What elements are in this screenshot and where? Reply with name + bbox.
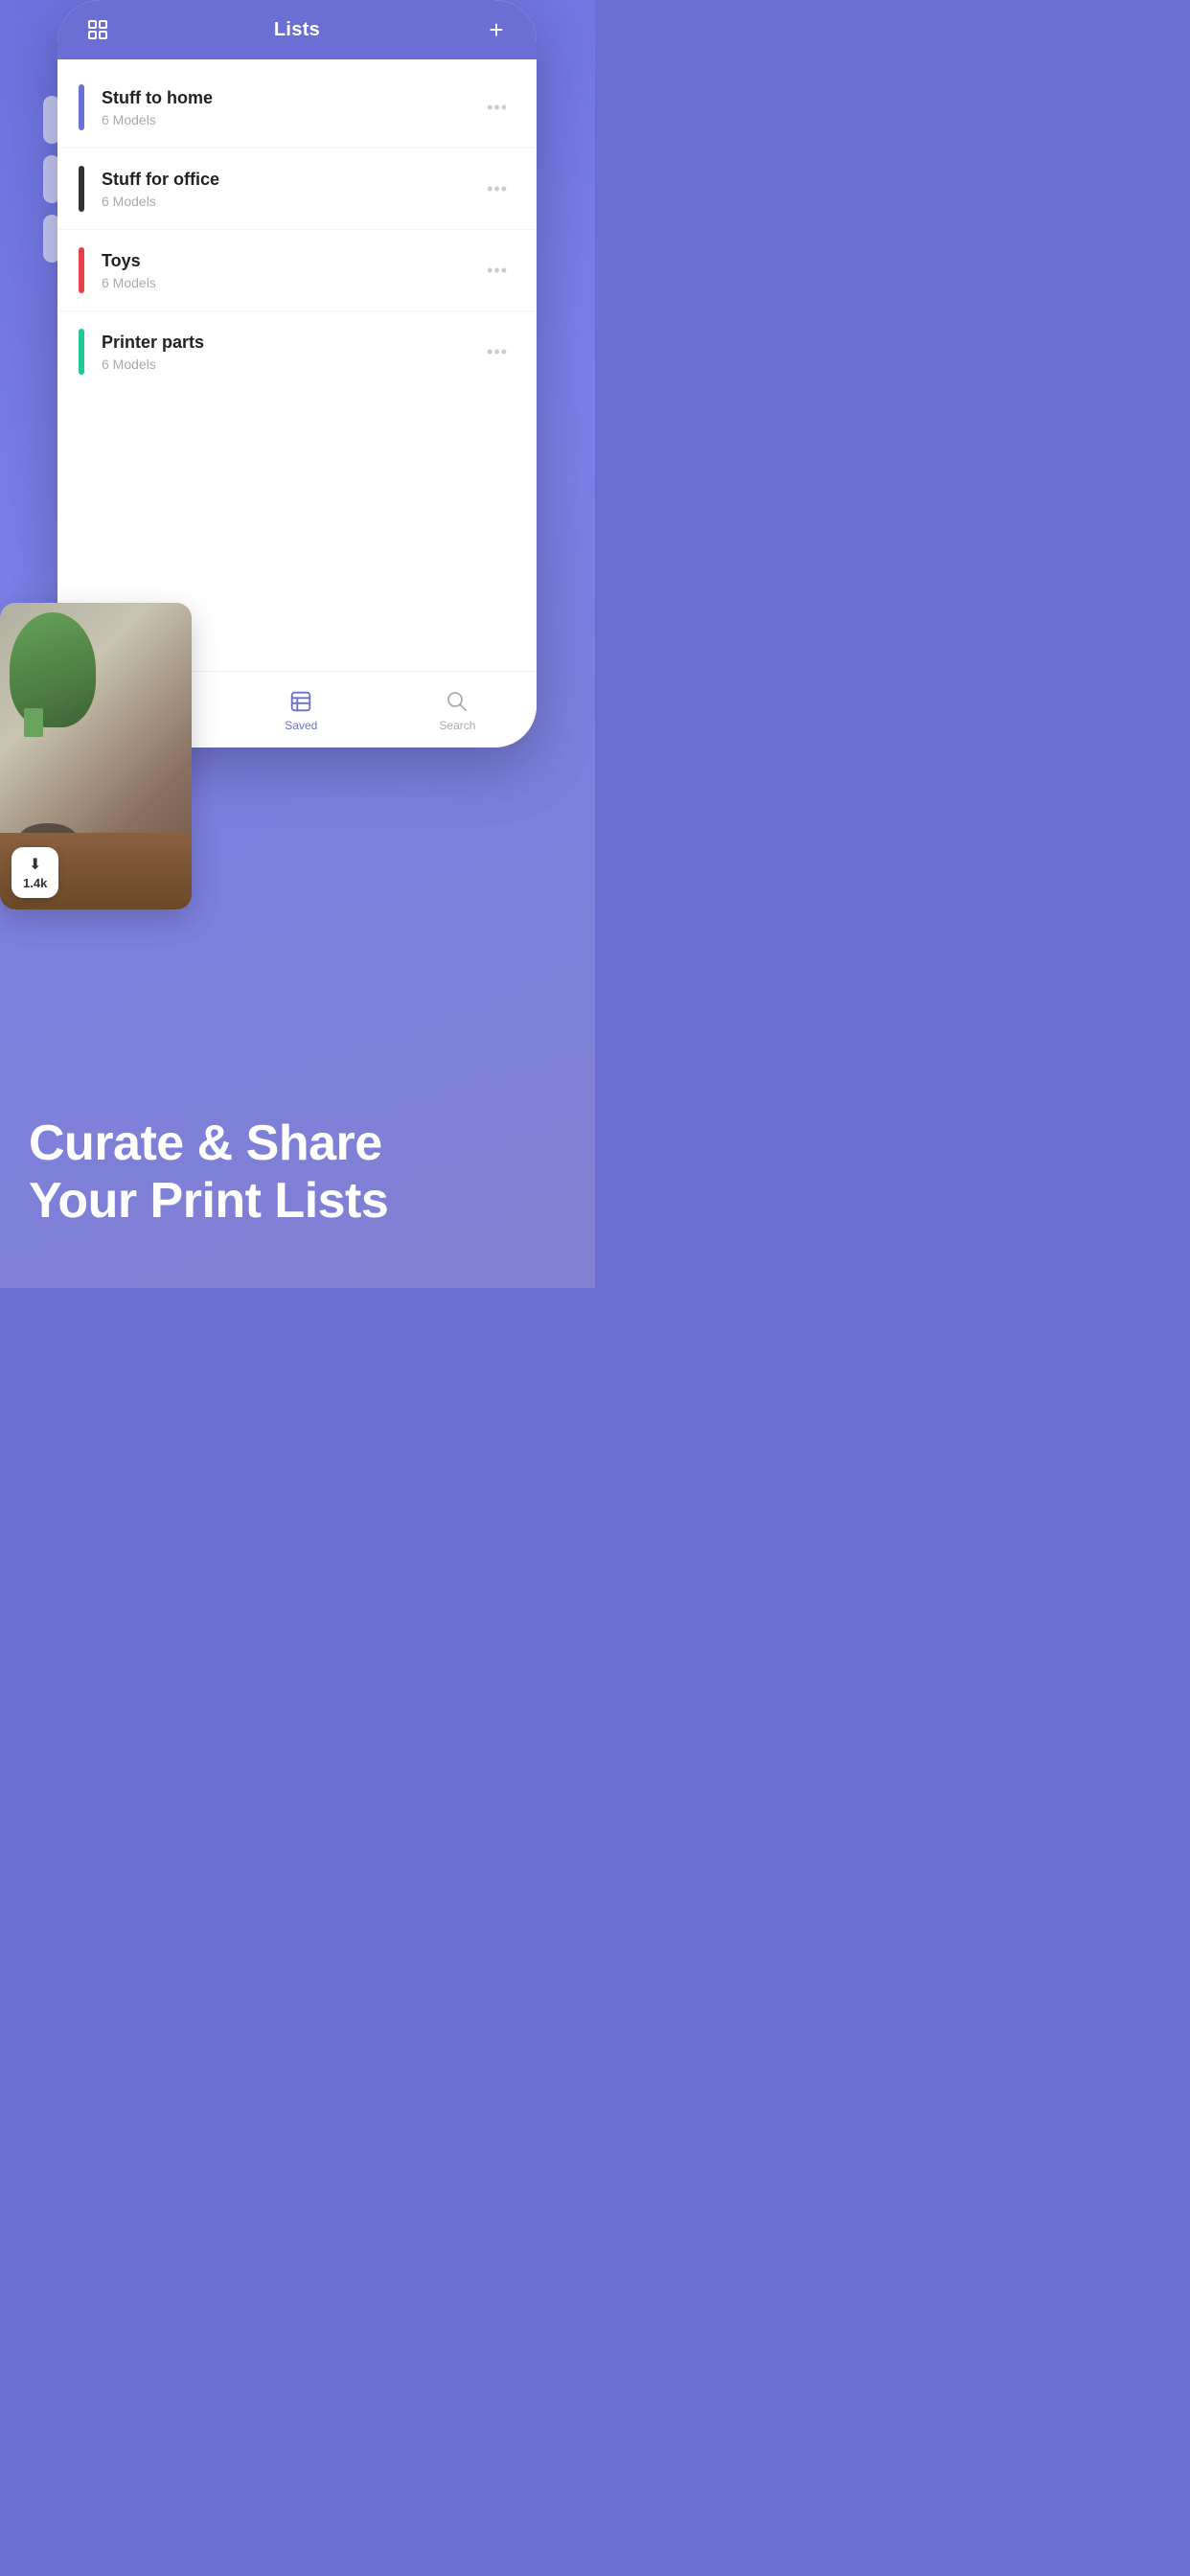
- list-name: Stuff to home: [102, 88, 479, 108]
- nav-saved[interactable]: Saved: [265, 680, 336, 740]
- list-color-indicator: [79, 247, 84, 293]
- download-count: 1.4k: [23, 876, 47, 890]
- nav-search[interactable]: Search: [420, 680, 494, 740]
- search-icon: [444, 688, 470, 715]
- header-title: Lists: [274, 19, 320, 41]
- promo-title-line2: Your Print Lists: [29, 1173, 566, 1230]
- saved-icon: [287, 688, 314, 715]
- list-count: 6 Models: [102, 112, 479, 127]
- list-info: Stuff for office 6 Models: [102, 170, 479, 209]
- background: Lists + Stuff to home 6 Models •••: [0, 0, 595, 1288]
- lists-container: Stuff to home 6 Models ••• Stuff for off…: [57, 59, 537, 671]
- list-count: 6 Models: [102, 194, 479, 209]
- list-info: Stuff to home 6 Models: [102, 88, 479, 127]
- app-header: Lists +: [57, 0, 537, 59]
- list-count: 6 Models: [102, 275, 479, 290]
- list-item[interactable]: Printer parts 6 Models •••: [57, 311, 537, 392]
- list-item[interactable]: Stuff for office 6 Models •••: [57, 149, 537, 230]
- add-list-button[interactable]: +: [479, 12, 514, 47]
- saved-label: Saved: [285, 719, 317, 732]
- plant-decoration: [10, 612, 96, 727]
- list-color-indicator: [79, 329, 84, 375]
- download-icon: ⬇: [29, 855, 41, 874]
- list-info: Printer parts 6 Models: [102, 333, 479, 372]
- promo-title-line1: Curate & Share: [29, 1116, 566, 1173]
- list-item[interactable]: Stuff to home 6 Models •••: [57, 67, 537, 149]
- more-options-button[interactable]: •••: [479, 253, 515, 288]
- photo-card: ⬇ 1.4k: [0, 603, 192, 909]
- list-name: Toys: [102, 251, 479, 271]
- list-name: Printer parts: [102, 333, 479, 353]
- list-info: Toys 6 Models: [102, 251, 479, 290]
- more-options-button[interactable]: •••: [479, 334, 515, 370]
- search-label: Search: [439, 719, 475, 732]
- list-name: Stuff for office: [102, 170, 479, 190]
- list-color-indicator: [79, 166, 84, 212]
- list-item[interactable]: Toys 6 Models •••: [57, 230, 537, 311]
- download-badge: ⬇ 1.4k: [11, 847, 58, 898]
- list-count: 6 Models: [102, 356, 479, 372]
- promo-text-block: Curate & Share Your Print Lists: [29, 1116, 566, 1230]
- lists-list: Stuff to home 6 Models ••• Stuff for off…: [57, 59, 537, 400]
- list-color-indicator: [79, 84, 84, 130]
- more-options-button[interactable]: •••: [479, 90, 515, 126]
- more-options-button[interactable]: •••: [479, 172, 515, 207]
- list-icon[interactable]: [80, 12, 115, 47]
